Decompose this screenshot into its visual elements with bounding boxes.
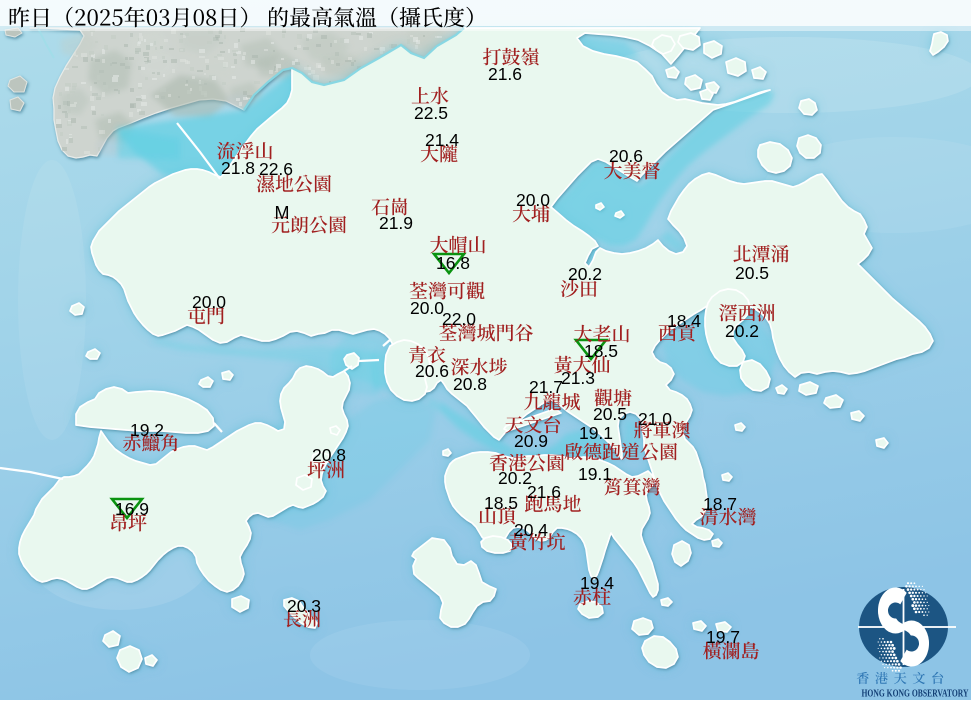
svg-text:20.9: 20.9 <box>514 431 548 451</box>
svg-text:21.6: 21.6 <box>527 482 561 502</box>
svg-text:HONG KONG OBSERVATORY: HONG KONG OBSERVATORY <box>862 689 970 700</box>
svg-text:19.4: 19.4 <box>580 573 614 593</box>
svg-text:20.8: 20.8 <box>453 374 487 394</box>
svg-text:M: M <box>275 203 290 223</box>
svg-text:20.0: 20.0 <box>192 292 226 312</box>
svg-text:22.5: 22.5 <box>414 103 448 123</box>
svg-text:21.0: 21.0 <box>638 409 672 429</box>
svg-text:16.8: 16.8 <box>436 253 470 273</box>
svg-text:20.0: 20.0 <box>516 190 550 210</box>
svg-text:21.3: 21.3 <box>561 368 595 388</box>
svg-text:20.6: 20.6 <box>609 146 643 166</box>
svg-text:20.8: 20.8 <box>312 445 346 465</box>
svg-text:19.7: 19.7 <box>706 627 740 647</box>
svg-text:20.4: 20.4 <box>514 520 548 540</box>
svg-text:20.0: 20.0 <box>410 298 444 318</box>
svg-text:20.5: 20.5 <box>735 263 769 283</box>
svg-text:20.2: 20.2 <box>725 321 759 341</box>
svg-text:19.2: 19.2 <box>130 420 164 440</box>
svg-text:18.5: 18.5 <box>584 341 618 361</box>
svg-text:22.6: 22.6 <box>259 159 293 179</box>
svg-text:22.0: 22.0 <box>442 309 476 329</box>
svg-text:19.1: 19.1 <box>578 464 612 484</box>
svg-text:18.5: 18.5 <box>484 493 518 513</box>
svg-text:20.5: 20.5 <box>593 404 627 424</box>
svg-text:20.6: 20.6 <box>415 361 449 381</box>
svg-text:18.7: 18.7 <box>703 494 737 514</box>
svg-text:21.9: 21.9 <box>379 213 413 233</box>
svg-text:21.6: 21.6 <box>488 64 522 84</box>
svg-text:21.8: 21.8 <box>221 158 255 178</box>
svg-text:20.2: 20.2 <box>568 264 602 284</box>
svg-text:19.1: 19.1 <box>579 423 613 443</box>
svg-text:18.4: 18.4 <box>667 311 701 331</box>
svg-text:21.4: 21.4 <box>425 130 459 150</box>
svg-text:20.3: 20.3 <box>287 596 321 616</box>
svg-text:16.9: 16.9 <box>115 499 149 519</box>
svg-text:21.7: 21.7 <box>529 377 563 397</box>
